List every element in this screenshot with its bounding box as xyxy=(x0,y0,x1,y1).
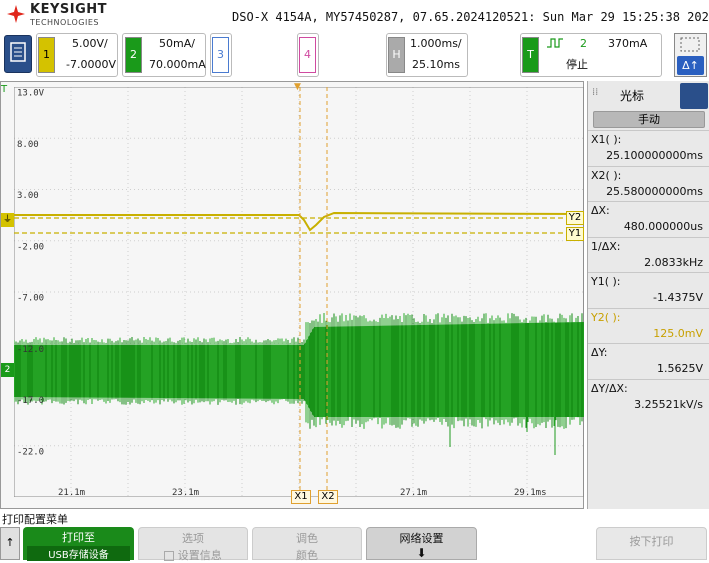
panel-grip-icon: ⁞⁞ xyxy=(592,87,599,98)
cursor-mode-button[interactable]: 手动 xyxy=(593,111,705,128)
trigger-position-marker[interactable]: ▼ xyxy=(294,82,304,92)
print-to-label: 打印至 xyxy=(62,531,95,544)
cursor-readout-value: 1.5625V xyxy=(656,362,703,375)
waveform-grid: 13.0V 8.00 3.00 -2.00 -7.00 -12.0 -17.0 -22.0 2… xyxy=(14,87,584,497)
horizontal-scale: 1.000ms/ xyxy=(410,37,462,50)
channel2-offset: 70.000mA xyxy=(149,58,206,71)
back-button[interactable]: ↑ xyxy=(0,527,20,560)
delta-t-button[interactable]: Δ↑ xyxy=(677,56,704,75)
press-print-softkey[interactable]: 按下打印 xyxy=(596,527,707,560)
menu-title: 打印配置菜单 xyxy=(2,513,68,526)
x-axis-label: 21.1m xyxy=(58,488,85,497)
cursor-readout-value: 3.25521kV/s xyxy=(634,397,703,411)
keysight-logo: KEYSIGHT TECHNOLOGIES xyxy=(6,2,116,30)
trigger-level-marker[interactable]: T xyxy=(1,84,13,96)
waveform-display[interactable]: 13.0V 8.00 3.00 -2.00 -7.00 -12.0 -17.0 -22.0 2… xyxy=(0,81,584,509)
home-button[interactable] xyxy=(4,35,32,73)
trigger-badge[interactable]: T xyxy=(522,37,539,73)
panel-divider xyxy=(588,378,709,380)
corner-controls[interactable]: Δ↑ xyxy=(674,33,707,77)
y-axis-label: -17.0 xyxy=(17,396,44,406)
acquisition-state: 停止 xyxy=(566,58,588,71)
cursor-readout-value: 25.580000000ms xyxy=(606,184,703,198)
cursor-readout-label: 1/ΔX: xyxy=(591,239,621,253)
y-axis-label: -7.00 xyxy=(17,294,44,304)
panel-divider xyxy=(588,201,709,202)
channel2-badge[interactable]: 2 xyxy=(125,37,142,73)
panel-title: 光标 xyxy=(620,89,645,103)
cursor-readout-label: Y2( ): xyxy=(591,310,621,324)
instrument-title: DSO-X 4154A, MY57450287, 07.65.202412052… xyxy=(232,10,709,24)
panel-divider xyxy=(588,165,709,167)
y2-cursor-tag[interactable]: Y2 xyxy=(566,211,584,225)
cursor-readout-label: ΔX: xyxy=(591,204,610,217)
cursor-readout-value: 480.000000us xyxy=(623,220,703,233)
cursor-readout-value: 25.100000000ms xyxy=(606,149,703,162)
y-axis-label: 3.00 xyxy=(17,191,39,201)
brand-subtitle: TECHNOLOGIES xyxy=(30,18,99,27)
channel1-ground-marker[interactable]: ⏚ xyxy=(1,213,14,227)
cursor-readout-label: X2( ): xyxy=(591,168,622,182)
panel-divider xyxy=(588,307,709,309)
x-axis-label: 23.1m xyxy=(172,488,199,497)
cursor-panel: ⁞⁞ 光标 手动 X1( ): 25.100000000ms X2( ): 25.58… xyxy=(587,81,709,509)
palette-label: 调色 xyxy=(296,532,318,545)
palette-value: 颜色 xyxy=(296,549,318,562)
y-axis-label: 8.00 xyxy=(17,140,39,150)
y-axis-label: -12.0 xyxy=(17,345,44,355)
home-icon xyxy=(10,42,26,62)
cursor-readout-label: Y1( ): xyxy=(591,275,621,288)
palette-softkey[interactable]: 调色 颜色 xyxy=(252,527,362,562)
panel-divider xyxy=(588,272,709,273)
cursor-readout-label: ΔY/ΔX: xyxy=(591,381,628,395)
trigger-level: 370mA xyxy=(608,37,648,50)
horizontal-position: 25.10ms xyxy=(412,58,460,71)
options-value: 设置信息 xyxy=(177,549,222,562)
print-to-softkey[interactable]: 打印至 USB存储设备 xyxy=(23,527,134,561)
arrow-up-icon: ↑ xyxy=(5,536,15,549)
channel1-scale: 5.00V/ xyxy=(72,37,108,50)
y1-cursor-tag[interactable]: Y1 xyxy=(566,227,584,241)
cursor-readout-value: 2.0833kHz xyxy=(644,255,703,269)
brand-name: KEYSIGHT xyxy=(30,2,107,17)
horizontal-badge[interactable]: H xyxy=(388,37,405,73)
delta-t-icon: Δ↑ xyxy=(682,59,699,72)
channel1-badge[interactable]: 1 xyxy=(38,37,55,73)
cursor-readout-value: 125.0mV xyxy=(653,326,703,340)
channel2-scale: 50mA/ xyxy=(159,37,195,50)
x1-cursor-tag[interactable]: X1 xyxy=(291,490,311,504)
options-label: 选项 xyxy=(182,532,204,545)
options-softkey[interactable]: 选项 设置信息 xyxy=(138,527,248,563)
trigger-source: 2 xyxy=(580,37,587,50)
cursor-readout-value: -1.4375V xyxy=(653,291,703,304)
y-axis-label: -2.00 xyxy=(17,242,44,252)
network-softkey[interactable]: 网络设置 ⬇ xyxy=(366,527,477,560)
x2-cursor-tag[interactable]: X2 xyxy=(318,490,338,504)
y-axis-label: 13.0V xyxy=(17,89,45,99)
x-axis-label: 27.1m xyxy=(400,488,427,497)
network-label: 网络设置 xyxy=(399,532,444,545)
cursor-readout-label: ΔY: xyxy=(591,346,608,359)
x-axis-label: 29.1ms xyxy=(514,488,547,497)
press-print-label: 按下打印 xyxy=(629,535,674,548)
cursor-readout-label: X1( ): xyxy=(591,133,622,146)
y-axis-label: -22.0 xyxy=(17,447,44,457)
channel3-badge[interactable]: 3 xyxy=(212,37,229,73)
trigger-edge-icon xyxy=(547,38,563,48)
print-to-value: USB存储设备 xyxy=(27,546,130,561)
options-row: 设置信息 xyxy=(139,547,247,563)
channel1-offset: -7.0000V xyxy=(66,58,116,71)
arrow-down-icon: ⬇ xyxy=(416,546,427,560)
panel-divider xyxy=(588,236,709,238)
panel-divider xyxy=(588,343,709,344)
keysight-logo-icon xyxy=(7,5,25,23)
panel-divider xyxy=(588,130,709,131)
panel-tab-button[interactable] xyxy=(680,83,708,109)
zoom-box-icon xyxy=(680,37,700,52)
channel2-ground-marker[interactable]: 2 xyxy=(1,363,14,377)
channel4-badge[interactable]: 4 xyxy=(299,37,316,73)
